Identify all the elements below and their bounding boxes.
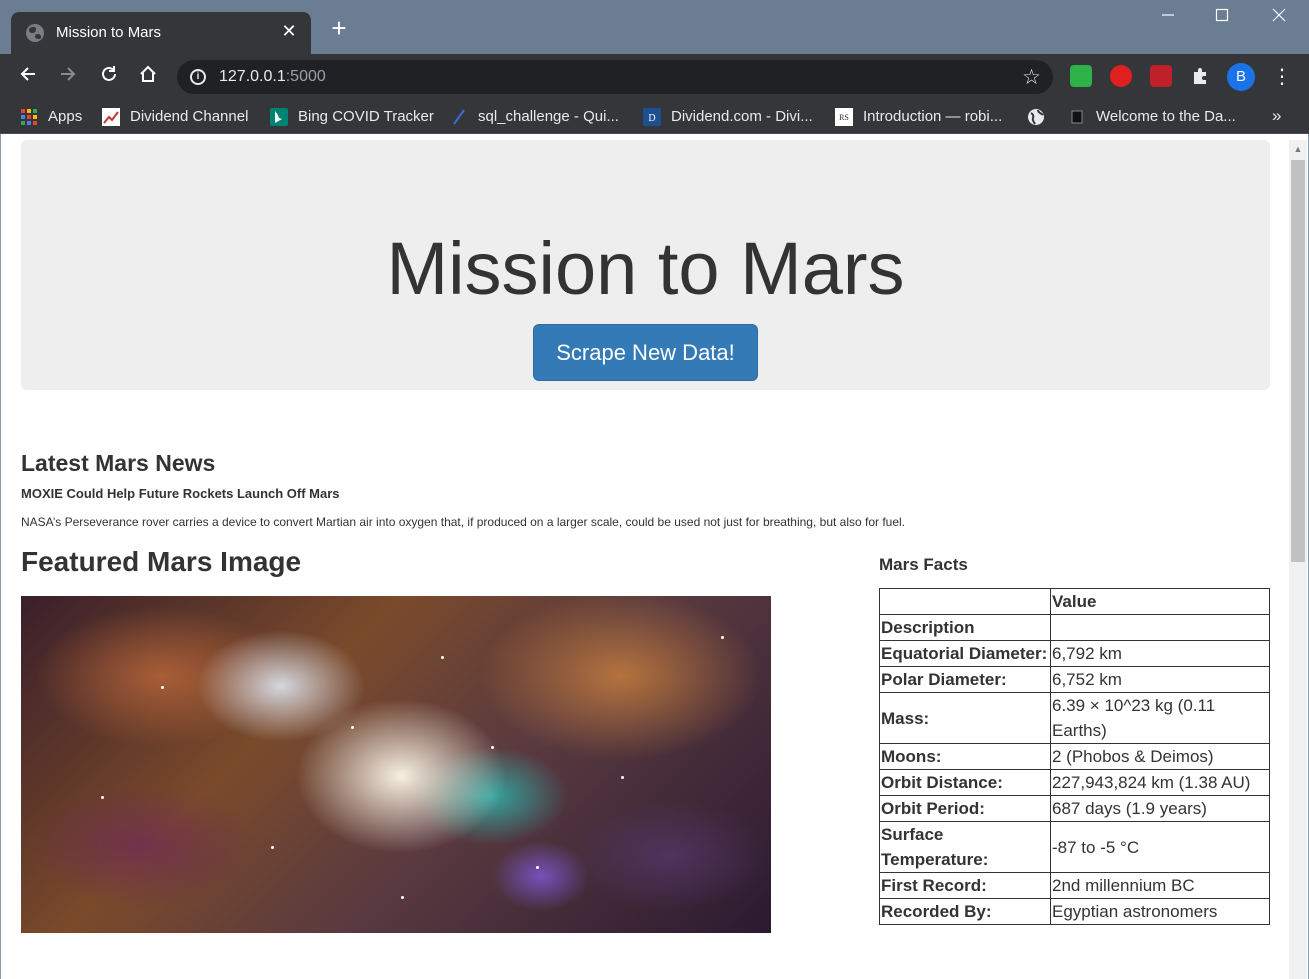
globe-icon xyxy=(26,24,44,42)
quickdbd-icon xyxy=(453,109,465,125)
dividend-channel-icon xyxy=(102,108,120,126)
reload-icon[interactable] xyxy=(96,64,122,90)
fact-label: Recorded By: xyxy=(879,898,1051,925)
bookmarks-bar: Apps Dividend Channel Bing COVID Tracker… xyxy=(0,100,1309,134)
site-info-icon[interactable]: i xyxy=(190,69,206,85)
profile-avatar[interactable]: B xyxy=(1227,63,1255,91)
fact-value: -87 to -5 °C xyxy=(1050,821,1270,873)
book-icon xyxy=(1071,110,1083,124)
svg-text:D: D xyxy=(648,113,655,124)
fact-label: Mass: xyxy=(879,692,1051,744)
table-row: First Record: 2nd millennium BC xyxy=(879,872,1270,899)
adblock-icon[interactable] xyxy=(1110,65,1132,87)
table-row: Recorded By: Egyptian astronomers xyxy=(879,898,1270,925)
fact-label: Equatorial Diameter: xyxy=(879,640,1051,667)
fact-value xyxy=(1050,614,1270,641)
minimize-icon[interactable] xyxy=(1148,8,1188,32)
table-row: Orbit Period: 687 days (1.9 years) xyxy=(879,795,1270,822)
fact-label: First Record: xyxy=(879,872,1051,899)
more-bookmarks-icon[interactable]: » xyxy=(1272,106,1281,126)
page-title: Mission to Mars xyxy=(386,227,905,310)
extension-green-icon[interactable] xyxy=(1070,65,1092,87)
fact-value: 2nd millennium BC xyxy=(1050,872,1270,899)
featured-heading: Featured Mars Image xyxy=(21,546,302,577)
table-row: Surface Temperature: -87 to -5 °C xyxy=(879,821,1270,873)
browser-menu-icon[interactable]: ⋮ xyxy=(1272,63,1292,91)
jumbotron: Mission to Mars Scrape New Data! xyxy=(21,140,1270,390)
dividend-com-icon: D xyxy=(643,108,661,126)
table-header-row: Value xyxy=(879,588,1270,615)
table-row: Mass: 6.39 × 10^23 kg (0.11 Earths) xyxy=(879,692,1270,744)
scrollbar-thumb[interactable] xyxy=(1291,160,1305,562)
globe-icon xyxy=(1028,109,1044,125)
fact-label: Orbit Period: xyxy=(879,795,1051,822)
url-text: 127.0.0.1:5000 xyxy=(219,68,326,85)
address-bar[interactable]: i 127.0.0.1:5000 ☆ xyxy=(177,60,1053,94)
table-header-cell: Value xyxy=(1050,588,1270,615)
scroll-up-arrow-icon[interactable]: ▲ xyxy=(1289,140,1307,158)
svg-text:RS: RS xyxy=(839,113,849,122)
facts-heading: Mars Facts xyxy=(879,555,968,574)
fact-label: Orbit Distance: xyxy=(879,769,1051,796)
forward-icon[interactable] xyxy=(55,64,81,90)
table-header-cell xyxy=(879,588,1051,615)
bing-icon xyxy=(270,108,288,126)
scrape-button[interactable]: Scrape New Data! xyxy=(533,324,758,381)
new-tab-icon[interactable]: + xyxy=(326,15,352,41)
extension-red-icon[interactable] xyxy=(1150,65,1172,87)
robinhood-docs-icon: RS xyxy=(835,108,853,126)
news-heading: Latest Mars News xyxy=(21,450,216,476)
fact-value: 6.39 × 10^23 kg (0.11 Earths) xyxy=(1050,692,1270,744)
mars-facts-table: Value Description Equatorial Diameter: 6… xyxy=(879,588,1270,925)
fact-label: Surface Temperature: xyxy=(879,821,1051,873)
vertical-scrollbar[interactable]: ▲ xyxy=(1289,140,1307,979)
table-row: Polar Diameter: 6,752 km xyxy=(879,666,1270,693)
home-icon[interactable] xyxy=(135,64,161,90)
table-row: Moons: 2 (Phobos & Deimos) xyxy=(879,743,1270,770)
table-row: Orbit Distance: 227,943,824 km (1.38 AU) xyxy=(879,769,1270,796)
browser-toolbar: i 127.0.0.1:5000 ☆ B ⋮ xyxy=(0,54,1309,100)
news-title: MOXIE Could Help Future Rockets Launch O… xyxy=(21,486,340,501)
close-tab-icon[interactable]: ✕ xyxy=(279,21,299,42)
maximize-icon[interactable] xyxy=(1202,8,1242,32)
fact-value: 227,943,824 km (1.38 AU) xyxy=(1050,769,1270,796)
fact-value: 6,752 km xyxy=(1050,666,1270,693)
tab-title: Mission to Mars xyxy=(56,24,162,41)
page-viewport: Mission to Mars Scrape New Data! Latest … xyxy=(0,134,1309,979)
browser-titlebar: Mission to Mars ✕ + xyxy=(0,0,1309,54)
fact-value: 687 days (1.9 years) xyxy=(1050,795,1270,822)
table-row: Description xyxy=(879,614,1270,641)
fact-value: Egyptian astronomers xyxy=(1050,898,1270,925)
table-row: Equatorial Diameter: 6,792 km xyxy=(879,640,1270,667)
fact-label: Polar Diameter: xyxy=(879,666,1051,693)
fact-label: Description xyxy=(879,614,1051,641)
fact-value: 6,792 km xyxy=(1050,640,1270,667)
fact-label: Moons: xyxy=(879,743,1051,770)
bookmark-globe[interactable] xyxy=(1027,106,1047,128)
close-window-icon[interactable] xyxy=(1259,8,1299,32)
browser-tab[interactable]: Mission to Mars ✕ xyxy=(11,12,311,54)
news-paragraph: NASA’s Perseverance rover carries a devi… xyxy=(21,515,906,529)
back-icon[interactable] xyxy=(15,64,41,90)
extensions-puzzle-icon[interactable] xyxy=(1190,65,1212,87)
bookmark-star-icon[interactable]: ☆ xyxy=(1022,65,1041,90)
featured-mars-image xyxy=(21,596,771,933)
apps-grid-icon xyxy=(21,109,37,125)
fact-value: 2 (Phobos & Deimos) xyxy=(1050,743,1270,770)
